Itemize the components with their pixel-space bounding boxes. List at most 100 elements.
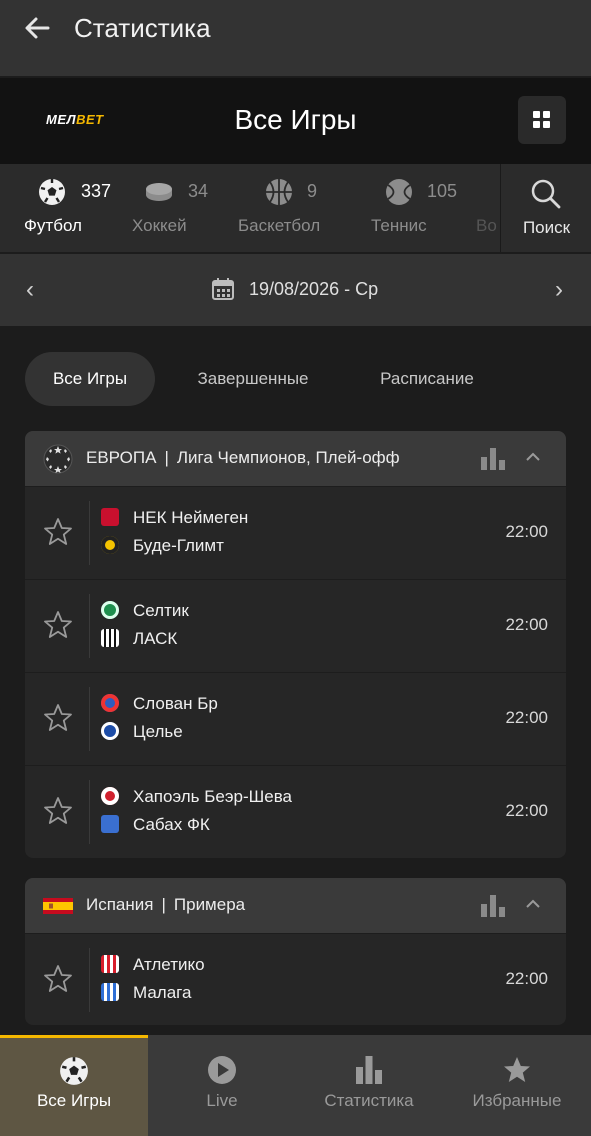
bar-chart-icon[interactable] — [481, 448, 505, 470]
sport-count: 105 — [427, 181, 458, 201]
match-row[interactable]: Хапоэль Беэр-Шева Сабах ФК 22:00 — [25, 765, 566, 858]
sport-label: Футбол — [24, 216, 82, 235]
team-logo-icon — [101, 787, 119, 805]
chevron-up-icon[interactable] — [525, 898, 541, 910]
sport-tab-football[interactable]: 337 Футбол — [22, 164, 122, 252]
sport-tab-basketball[interactable]: 9 Баскетбол — [237, 164, 337, 252]
league-name: Примера — [173, 895, 246, 914]
date-selector: ‹ 19/08/2026 - Ср › — [0, 254, 591, 326]
match-time: 22:00 — [505, 522, 548, 541]
team-logo-icon — [101, 722, 119, 740]
current-date[interactable]: 19/08/2026 - Ср — [249, 279, 378, 300]
soccer-ball-icon — [39, 179, 65, 205]
team-logo-icon — [101, 601, 119, 619]
team-logo-icon — [101, 508, 119, 526]
match-row[interactable]: Атлетико Малага 22:00 — [25, 933, 566, 1025]
calendar-icon[interactable] — [211, 277, 235, 301]
home-team: НЕК Неймеген — [101, 508, 248, 528]
filter-tabs: Все Игры Завершенные Расписание — [0, 352, 591, 406]
bar-chart-icon — [356, 1056, 382, 1084]
star-icon[interactable] — [43, 517, 73, 547]
sport-count: 9 — [307, 181, 318, 201]
prev-date-button[interactable]: ‹ — [26, 276, 34, 304]
match-row[interactable]: НЕК Неймеген Буде-Глимт 22:00 — [25, 486, 566, 580]
league-title: Испания | Примера — [86, 895, 246, 914]
star-icon — [504, 1057, 530, 1082]
bottom-nav: Все Игры Live Статистика Избранные — [0, 1035, 591, 1136]
sport-tab-tennis[interactable]: 105 Теннис — [370, 164, 470, 252]
grid-view-button[interactable] — [518, 96, 566, 144]
match-time: 22:00 — [505, 801, 548, 820]
grid-icon — [533, 111, 540, 118]
nav-label: Избранные — [472, 1091, 562, 1110]
nav-live[interactable]: Live — [148, 1035, 296, 1136]
home-team: Селтик — [101, 601, 189, 621]
soccer-ball-icon — [60, 1057, 88, 1085]
star-icon[interactable] — [43, 610, 73, 640]
hockey-puck-icon — [146, 183, 172, 201]
away-team: Целье — [101, 722, 183, 742]
nav-label: Live — [206, 1091, 238, 1110]
league-header[interactable]: ЕВРОПА | Лига Чемпионов, Плей-офф — [25, 431, 566, 486]
chevron-up-icon[interactable] — [525, 451, 541, 463]
star-icon[interactable] — [43, 796, 73, 826]
home-team: Слован Бр — [101, 694, 218, 714]
sport-label: Хоккей — [132, 216, 187, 235]
sport-tab-hockey[interactable]: 34 Хоккей — [130, 164, 230, 252]
league-region: Испания — [86, 895, 154, 914]
sport-count: 337 — [81, 181, 112, 201]
team-logo-icon — [101, 536, 119, 554]
tennis-ball-icon — [386, 179, 412, 205]
next-date-button[interactable]: › — [555, 276, 563, 304]
team-logo-icon — [101, 629, 119, 647]
nav-favorites[interactable]: Избранные — [443, 1035, 591, 1136]
match-time: 22:00 — [505, 615, 548, 634]
champions-league-icon — [43, 444, 73, 474]
sport-label: Теннис — [371, 216, 427, 235]
spain-flag-icon — [43, 898, 73, 914]
match-time: 22:00 — [505, 708, 548, 727]
play-circle-icon — [208, 1056, 236, 1084]
home-team: Хапоэль Беэр-Шева — [101, 787, 292, 807]
league-header[interactable]: Испания | Примера — [25, 878, 566, 933]
away-team: Буде-Глимт — [101, 536, 224, 556]
filter-all-games[interactable]: Все Игры — [25, 352, 155, 406]
team-logo-icon — [101, 815, 119, 833]
page-title: Статистика — [74, 13, 211, 43]
nav-label: Статистика — [324, 1091, 414, 1110]
league-name: Лига Чемпионов, Плей-офф — [176, 448, 400, 467]
league-card: Испания | Примера Атлетико Малага 22:00 — [25, 878, 566, 1025]
search-icon — [531, 179, 561, 209]
team-logo-icon — [101, 694, 119, 712]
sport-label: Во — [476, 216, 497, 235]
team-logo-icon — [101, 983, 119, 1001]
sport-tab-partial[interactable]: Во — [476, 164, 498, 252]
sport-count: 34 — [188, 181, 209, 201]
away-team: ЛАСК — [101, 629, 177, 649]
league-title: ЕВРОПА | Лига Чемпионов, Плей-офф — [86, 448, 400, 467]
match-row[interactable]: Слован Бр Целье 22:00 — [25, 672, 566, 766]
star-icon[interactable] — [43, 964, 73, 994]
nav-label: Все Игры — [36, 1091, 112, 1110]
search-button[interactable]: Поиск — [500, 164, 591, 252]
match-row[interactable]: Селтик ЛАСК 22:00 — [25, 579, 566, 673]
basketball-icon — [266, 179, 292, 205]
match-time: 22:00 — [505, 969, 548, 988]
back-arrow-icon[interactable] — [22, 12, 54, 44]
nav-all-games[interactable]: Все Игры — [0, 1035, 148, 1136]
app-bar: Статистика — [0, 0, 591, 76]
bar-chart-icon[interactable] — [481, 895, 505, 917]
league-region: ЕВРОПА — [86, 448, 157, 467]
star-icon[interactable] — [43, 703, 73, 733]
sport-label: Баскетбол — [238, 216, 321, 235]
home-team: Атлетико — [101, 955, 205, 975]
away-team: Малага — [101, 983, 191, 1003]
team-logo-icon — [101, 955, 119, 973]
league-card: ЕВРОПА | Лига Чемпионов, Плей-офф НЕК Нейм… — [25, 431, 566, 858]
section-title: Все Игры — [234, 104, 357, 135]
away-team: Сабах ФК — [101, 815, 210, 835]
filter-schedule[interactable]: Расписание — [360, 352, 494, 406]
filter-finished[interactable]: Завершенные — [178, 352, 328, 406]
nav-statistics[interactable]: Статистика — [295, 1035, 443, 1136]
search-label: Поиск — [522, 218, 571, 237]
